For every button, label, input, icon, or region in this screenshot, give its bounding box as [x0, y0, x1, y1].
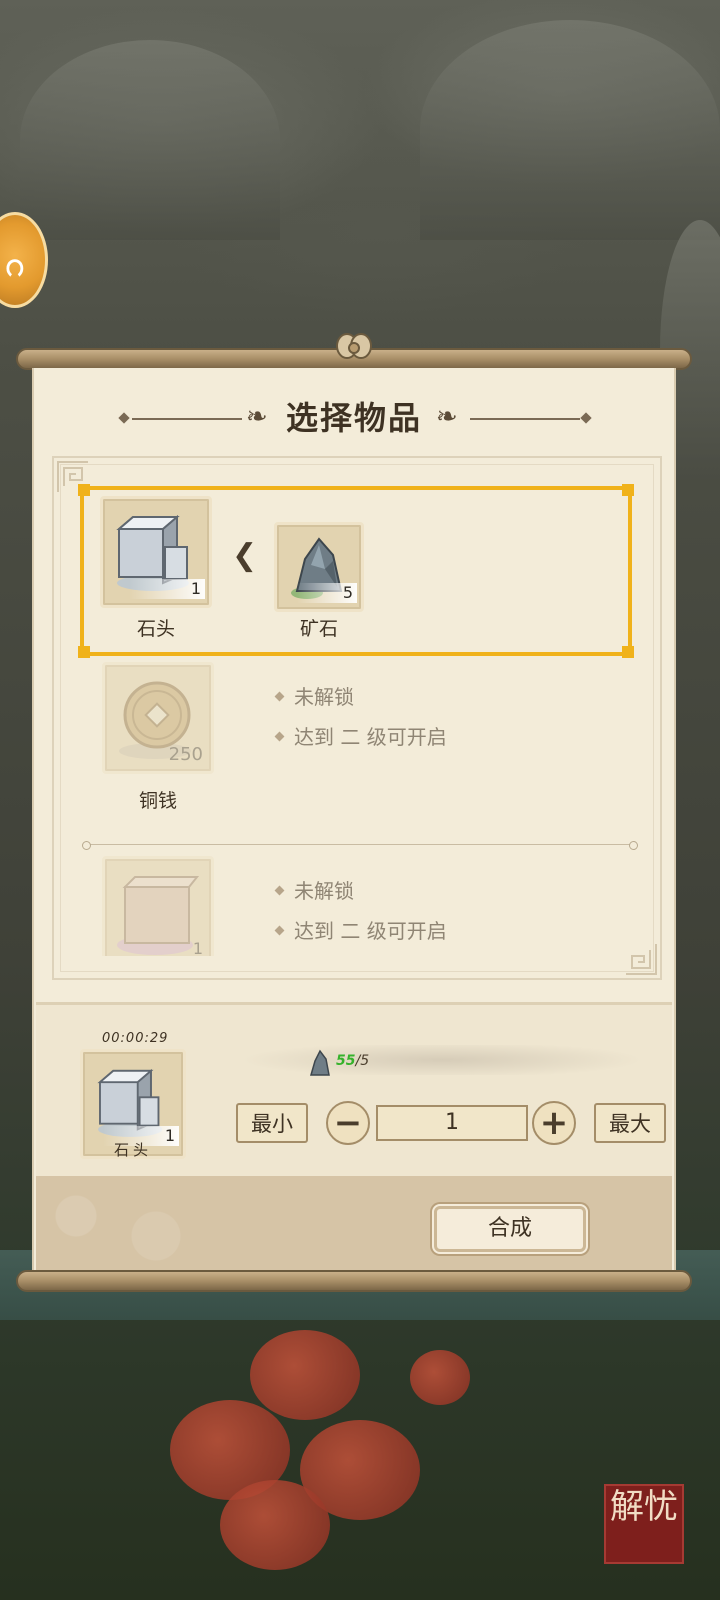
material-name: 矿石	[299, 618, 338, 640]
selection-corner	[622, 484, 634, 496]
product-slot[interactable]: 1	[100, 496, 212, 608]
compose-button[interactable]: 合成	[434, 1206, 586, 1252]
material-count: 55/5	[336, 1053, 369, 1069]
curl-ornament-icon: ❧	[436, 402, 458, 432]
craft-panel: 00:00:29 1 石头 55/5 最小 − 1 + 最大	[36, 1002, 672, 1177]
increase-button[interactable]: +	[532, 1101, 576, 1145]
maple-tree	[220, 1480, 330, 1570]
mountain-left	[20, 40, 280, 240]
minus-icon: −	[333, 1103, 363, 1143]
unlock-requirement-text: 达到 二 级可开启	[274, 916, 447, 946]
product-slot[interactable]: 250	[102, 662, 214, 774]
quantity-input[interactable]: 1	[376, 1105, 528, 1141]
knot-ornament-icon	[336, 333, 372, 359]
select-item-dialog: ❧ 选择物品 ❧ 1 石头 ❮ 5 矿石 250 铜钱 未解锁 达到 二 级可开…	[32, 368, 676, 1274]
mountain-right	[420, 20, 720, 240]
decrease-button[interactable]: −	[326, 1101, 370, 1145]
selection-corner	[78, 646, 90, 658]
material-need: /5	[355, 1053, 370, 1069]
title-line-left	[132, 418, 242, 420]
dialog-footer: 合成	[36, 1176, 672, 1272]
craft-item-name: 石头	[113, 1141, 152, 1159]
craft-timer: 00:00:29	[102, 1031, 169, 1046]
recipe-list[interactable]: 1 石头 ❮ 5 矿石 250 铜钱 未解锁 达到 二 级可开启 1 未解锁 达…	[60, 474, 656, 956]
selection-corner	[78, 484, 90, 496]
lock-info: 未解锁 达到 二 级可开启	[274, 682, 447, 762]
maple-tree	[410, 1350, 470, 1405]
product-slot[interactable]: 1	[102, 856, 214, 956]
product-name: 铜钱	[138, 790, 177, 812]
item-count: 1	[129, 579, 205, 599]
divider-cap	[82, 841, 91, 850]
plus-icon: +	[539, 1103, 569, 1143]
swirl-icon: ဂ	[5, 244, 25, 284]
material-have: 55	[336, 1053, 356, 1069]
material-requirement-bar	[242, 1045, 646, 1075]
ore-icon	[310, 1049, 330, 1076]
item-count: 250	[168, 744, 203, 765]
row-divider	[82, 841, 638, 850]
product-name: 石头	[136, 618, 175, 640]
recipe-row-brick[interactable]: 1 未解锁 达到 二 级可开启	[80, 856, 632, 956]
unlock-requirement-text: 达到 二 级可开启	[274, 722, 447, 752]
min-quantity-button[interactable]: 最小	[236, 1103, 308, 1143]
dialog-header: ❧ 选择物品 ❧	[34, 396, 674, 440]
curl-ornament-icon: ❧	[246, 402, 268, 432]
lock-status-text: 未解锁	[274, 682, 447, 712]
selection-corner	[622, 646, 634, 658]
lock-status-text: 未解锁	[274, 876, 447, 906]
lock-info: 未解锁 达到 二 级可开启	[274, 876, 447, 956]
title-dot-left	[118, 412, 130, 424]
divider-cap	[629, 841, 638, 850]
maple-tree	[250, 1330, 360, 1420]
seal-stamp: 解忧	[604, 1484, 684, 1564]
item-count: 1	[192, 939, 203, 956]
title-dot-right	[580, 412, 592, 424]
scroll-rod-bottom	[16, 1270, 692, 1292]
chevron-left-icon: ❮	[232, 538, 258, 573]
material-slot[interactable]: 5	[274, 522, 364, 612]
max-quantity-button[interactable]: 最大	[594, 1103, 666, 1143]
title-line-right	[470, 418, 580, 420]
item-count: 5	[297, 583, 357, 603]
dialog-title: 选择物品	[285, 399, 422, 437]
recipe-row-stone[interactable]: 1 石头 ❮ 5 矿石	[78, 484, 634, 658]
recipe-row-copper-coin[interactable]: 250 铜钱 未解锁 达到 二 级可开启	[80, 662, 632, 830]
